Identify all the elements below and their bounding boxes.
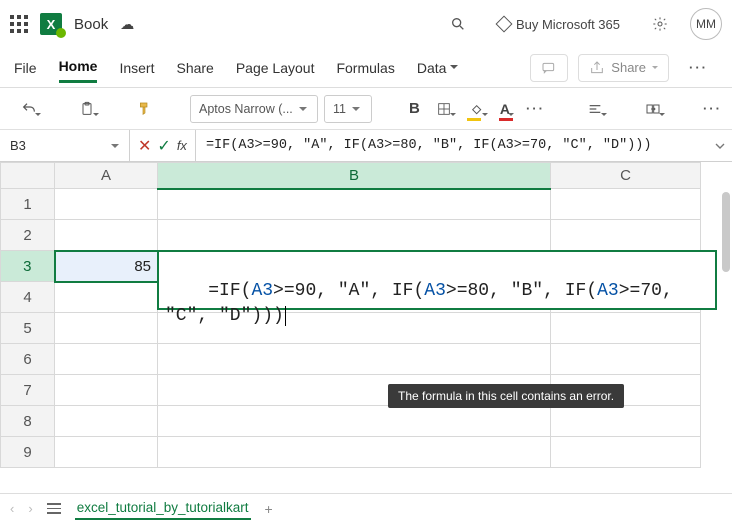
- row-header-3[interactable]: 3: [1, 251, 55, 282]
- ribbon-more-button[interactable]: ···: [698, 95, 727, 123]
- user-avatar[interactable]: MM: [690, 8, 722, 40]
- name-box[interactable]: B3: [0, 130, 130, 161]
- cell-A3[interactable]: 85: [55, 251, 158, 282]
- all-sheets-icon[interactable]: [47, 503, 61, 514]
- sheet-nav-next-icon[interactable]: ›: [28, 501, 32, 516]
- tab-home[interactable]: Home: [59, 52, 98, 83]
- vertical-scrollbar[interactable]: [722, 192, 730, 272]
- row-header-2[interactable]: 2: [1, 220, 55, 251]
- fill-color-button[interactable]: [463, 95, 489, 123]
- row-header-4[interactable]: 4: [1, 282, 55, 313]
- cell-A2[interactable]: [55, 220, 158, 251]
- buy-label: Buy Microsoft 365: [516, 17, 620, 32]
- row-header-8[interactable]: 8: [1, 406, 55, 437]
- cell-B1[interactable]: [158, 189, 551, 220]
- font-overflow-button[interactable]: ···: [521, 95, 550, 123]
- settings-gear-icon[interactable]: [642, 9, 678, 39]
- font-color-button[interactable]: A: [495, 95, 515, 123]
- formula-cancel-icon[interactable]: ✕: [138, 136, 151, 156]
- tab-data[interactable]: Data: [417, 54, 459, 82]
- share-button[interactable]: Share: [578, 54, 669, 82]
- cell-C1[interactable]: [551, 189, 701, 220]
- col-header-A[interactable]: A: [55, 163, 158, 189]
- format-painter-button[interactable]: [132, 95, 158, 123]
- comments-button[interactable]: [530, 54, 568, 82]
- ribbon-overflow-button[interactable]: ···: [679, 54, 718, 82]
- formula-confirm-icon[interactable]: ✓: [157, 136, 170, 156]
- search-icon[interactable]: [440, 9, 476, 39]
- share-label: Share: [611, 60, 646, 75]
- cell-C5[interactable]: [551, 313, 701, 344]
- col-header-B[interactable]: B: [158, 163, 551, 189]
- sheet-nav-prev-icon[interactable]: ‹: [10, 501, 14, 516]
- cell-C9[interactable]: [551, 437, 701, 468]
- add-sheet-button[interactable]: +: [265, 501, 273, 517]
- cell-A8[interactable]: [55, 406, 158, 437]
- fx-icon[interactable]: fx: [177, 138, 187, 153]
- font-size-combo[interactable]: 11: [324, 95, 372, 123]
- font-name-combo[interactable]: Aptos Narrow (...: [190, 95, 318, 123]
- row-header-1[interactable]: 1: [1, 189, 55, 220]
- tab-page-layout[interactable]: Page Layout: [236, 54, 315, 82]
- cell-A6[interactable]: [55, 344, 158, 375]
- tab-insert[interactable]: Insert: [119, 54, 154, 82]
- text-caret: [285, 306, 286, 326]
- cell-A9[interactable]: [55, 437, 158, 468]
- cell-editor[interactable]: =IF(A3>=90, "A", IF(A3>=80, "B", IF(A3>=…: [157, 250, 717, 310]
- font-size-value: 11: [333, 102, 346, 116]
- name-box-value: B3: [10, 138, 26, 153]
- cell-C6[interactable]: [551, 344, 701, 375]
- align-button[interactable]: [582, 95, 608, 123]
- cell-A7[interactable]: [55, 375, 158, 406]
- cell-B2[interactable]: [158, 220, 551, 251]
- cell-C2[interactable]: [551, 220, 701, 251]
- diamond-icon: [495, 16, 512, 33]
- app-launcher-icon[interactable]: [10, 15, 28, 33]
- cell-C8[interactable]: [551, 406, 701, 437]
- merge-button[interactable]: [640, 95, 666, 123]
- bold-button[interactable]: B: [404, 95, 425, 123]
- col-header-C[interactable]: C: [551, 163, 701, 189]
- select-all-corner[interactable]: [1, 163, 55, 189]
- cell-A4[interactable]: [55, 282, 158, 313]
- undo-button[interactable]: [16, 95, 42, 123]
- row-header-6[interactable]: 6: [1, 344, 55, 375]
- row-header-5[interactable]: 5: [1, 313, 55, 344]
- cell-B6[interactable]: [158, 344, 551, 375]
- borders-button[interactable]: [431, 95, 457, 123]
- tab-file[interactable]: File: [14, 54, 37, 82]
- cloud-save-status-icon[interactable]: ☁: [120, 16, 134, 33]
- document-title[interactable]: Book: [74, 16, 108, 33]
- tab-share[interactable]: Share: [176, 54, 213, 82]
- tab-formulas[interactable]: Formulas: [336, 54, 394, 82]
- font-name-value: Aptos Narrow (...: [199, 102, 293, 116]
- row-header-9[interactable]: 9: [1, 437, 55, 468]
- cell-A1[interactable]: [55, 189, 158, 220]
- spreadsheet-grid[interactable]: A B C 1 2 385 4 5 6 7 8 9: [0, 162, 701, 468]
- buy-microsoft-365-button[interactable]: Buy Microsoft 365: [488, 9, 630, 39]
- error-tooltip: The formula in this cell contains an err…: [388, 384, 624, 408]
- cell-B9[interactable]: [158, 437, 551, 468]
- formula-bar-expand-icon[interactable]: [708, 130, 732, 161]
- row-header-7[interactable]: 7: [1, 375, 55, 406]
- excel-logo-icon: X: [40, 13, 62, 35]
- cell-B8[interactable]: [158, 406, 551, 437]
- formula-bar-input[interactable]: =IF(A3>=90, "A", IF(A3>=80, "B", IF(A3>=…: [196, 130, 708, 161]
- sheet-tab-active[interactable]: excel_tutorial_by_tutorialkart: [75, 497, 251, 520]
- cell-A5[interactable]: [55, 313, 158, 344]
- paste-button[interactable]: [74, 95, 100, 123]
